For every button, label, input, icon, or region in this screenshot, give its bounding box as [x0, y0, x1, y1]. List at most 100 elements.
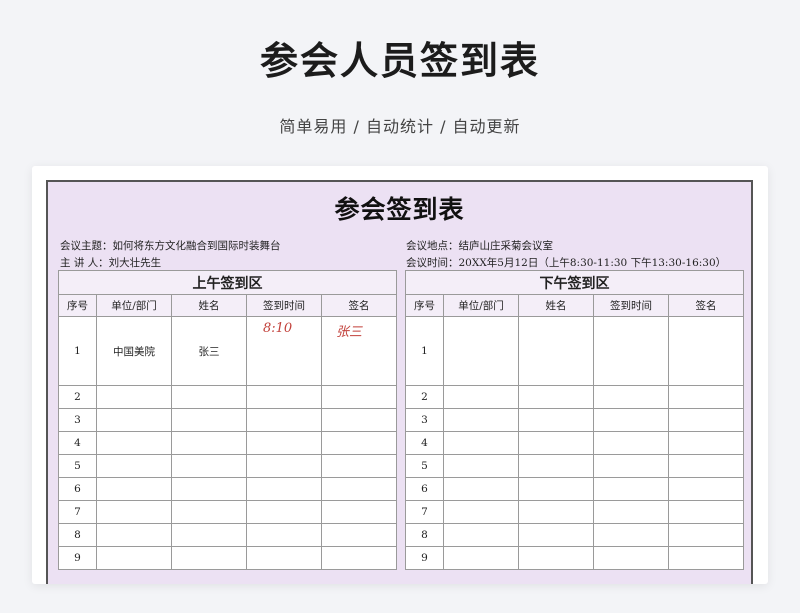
- dept-cell[interactable]: [443, 431, 519, 455]
- signature-cell[interactable]: [667, 546, 745, 570]
- row-number: 2: [58, 385, 97, 409]
- time-cell[interactable]: [593, 316, 669, 386]
- name-cell[interactable]: [518, 454, 594, 478]
- time-cell[interactable]: [593, 477, 669, 501]
- signature-cell[interactable]: [320, 477, 398, 501]
- row-number: 6: [58, 477, 97, 501]
- time-cell[interactable]: [593, 408, 669, 432]
- column-header-dept: 单位/部门: [96, 294, 172, 317]
- time-cell[interactable]: [593, 454, 669, 478]
- column-header-no: 序号: [58, 294, 97, 317]
- dept-cell[interactable]: [443, 316, 519, 386]
- time-cell[interactable]: [246, 385, 322, 409]
- time-cell[interactable]: [593, 500, 669, 524]
- dept-cell[interactable]: [96, 454, 172, 478]
- time-cell[interactable]: [246, 546, 322, 570]
- signature-cell[interactable]: [667, 500, 745, 524]
- signature-cell[interactable]: [667, 431, 745, 455]
- table-row: 8: [405, 523, 745, 547]
- time-cell[interactable]: [246, 431, 322, 455]
- dept-cell[interactable]: 中国美院: [96, 316, 172, 386]
- page-subtitle: 简单易用 / 自动统计 / 自动更新: [279, 117, 521, 136]
- table-row: 8: [58, 523, 398, 547]
- signature-cell[interactable]: [667, 408, 745, 432]
- table-row: 6: [405, 477, 745, 501]
- time-cell[interactable]: [246, 523, 322, 547]
- name-cell[interactable]: [171, 523, 247, 547]
- time-cell[interactable]: [246, 500, 322, 524]
- row-number: 6: [405, 477, 444, 501]
- dept-cell[interactable]: [96, 546, 172, 570]
- dept-cell[interactable]: [443, 477, 519, 501]
- signature-cell[interactable]: [667, 385, 745, 409]
- name-cell[interactable]: [518, 546, 594, 570]
- name-cell[interactable]: [518, 408, 594, 432]
- signature-cell[interactable]: [320, 454, 398, 478]
- name-cell[interactable]: [171, 385, 247, 409]
- table-row: 3: [405, 408, 745, 432]
- time-cell[interactable]: [593, 431, 669, 455]
- dept-cell[interactable]: [96, 408, 172, 432]
- time-cell[interactable]: 8:10: [246, 316, 322, 386]
- dept-cell[interactable]: [443, 546, 519, 570]
- dept-cell[interactable]: [443, 385, 519, 409]
- row-number: 3: [405, 408, 444, 432]
- table-row: 4: [58, 431, 398, 455]
- time-cell[interactable]: [593, 385, 669, 409]
- signature-cell[interactable]: [320, 500, 398, 524]
- table-row: 2: [58, 385, 398, 409]
- time-cell[interactable]: [246, 477, 322, 501]
- name-cell[interactable]: [518, 431, 594, 455]
- signature-cell[interactable]: [320, 385, 398, 409]
- time-cell[interactable]: [246, 454, 322, 478]
- time-cell[interactable]: [246, 408, 322, 432]
- signature-cell[interactable]: [667, 316, 745, 386]
- row-number: 1: [58, 316, 97, 386]
- row-number: 4: [58, 431, 97, 455]
- table-row: 9: [58, 546, 398, 570]
- name-cell[interactable]: [518, 477, 594, 501]
- name-cell[interactable]: [171, 408, 247, 432]
- name-cell[interactable]: [518, 500, 594, 524]
- signature-cell[interactable]: 张三: [320, 316, 398, 386]
- signature-cell[interactable]: [667, 454, 745, 478]
- name-cell[interactable]: [171, 546, 247, 570]
- name-cell[interactable]: [171, 454, 247, 478]
- signature-cell[interactable]: [667, 477, 745, 501]
- column-header-time: 签到时间: [593, 294, 669, 317]
- column-header-name: 姓名: [171, 294, 247, 317]
- row-number: 2: [405, 385, 444, 409]
- afternoon-section-title: 下午签到区: [404, 270, 745, 295]
- name-cell[interactable]: 张三: [171, 316, 247, 386]
- dept-cell[interactable]: [96, 477, 172, 501]
- dept-cell[interactable]: [443, 500, 519, 524]
- name-cell[interactable]: [171, 477, 247, 501]
- meeting-location: 会议地点：结庐山庄采菊会议室: [406, 240, 553, 252]
- morning-sign-in-table: 上午签到区 序号 单位/部门 姓名 签到时间 签名 1 中国美院 张三 8:10…: [57, 270, 398, 570]
- table-row: 5: [405, 454, 745, 478]
- morning-section-title: 上午签到区: [57, 270, 398, 295]
- table-row: 3: [58, 408, 398, 432]
- dept-cell[interactable]: [96, 523, 172, 547]
- name-cell[interactable]: [518, 316, 594, 386]
- dept-cell[interactable]: [443, 454, 519, 478]
- signature-cell[interactable]: [320, 431, 398, 455]
- column-header-dept: 单位/部门: [443, 294, 519, 317]
- name-cell[interactable]: [171, 500, 247, 524]
- time-cell[interactable]: [593, 546, 669, 570]
- dept-cell[interactable]: [443, 523, 519, 547]
- name-cell[interactable]: [518, 523, 594, 547]
- dept-cell[interactable]: [96, 385, 172, 409]
- signature-cell[interactable]: [320, 408, 398, 432]
- time-cell[interactable]: [593, 523, 669, 547]
- signature-cell[interactable]: [667, 523, 745, 547]
- name-cell[interactable]: [171, 431, 247, 455]
- dept-cell[interactable]: [96, 431, 172, 455]
- dept-cell[interactable]: [96, 500, 172, 524]
- dept-cell[interactable]: [443, 408, 519, 432]
- page-title: 参会人员签到表: [259, 39, 540, 83]
- signature-cell[interactable]: [320, 523, 398, 547]
- table-row: 7: [405, 500, 745, 524]
- name-cell[interactable]: [518, 385, 594, 409]
- signature-cell[interactable]: [320, 546, 398, 570]
